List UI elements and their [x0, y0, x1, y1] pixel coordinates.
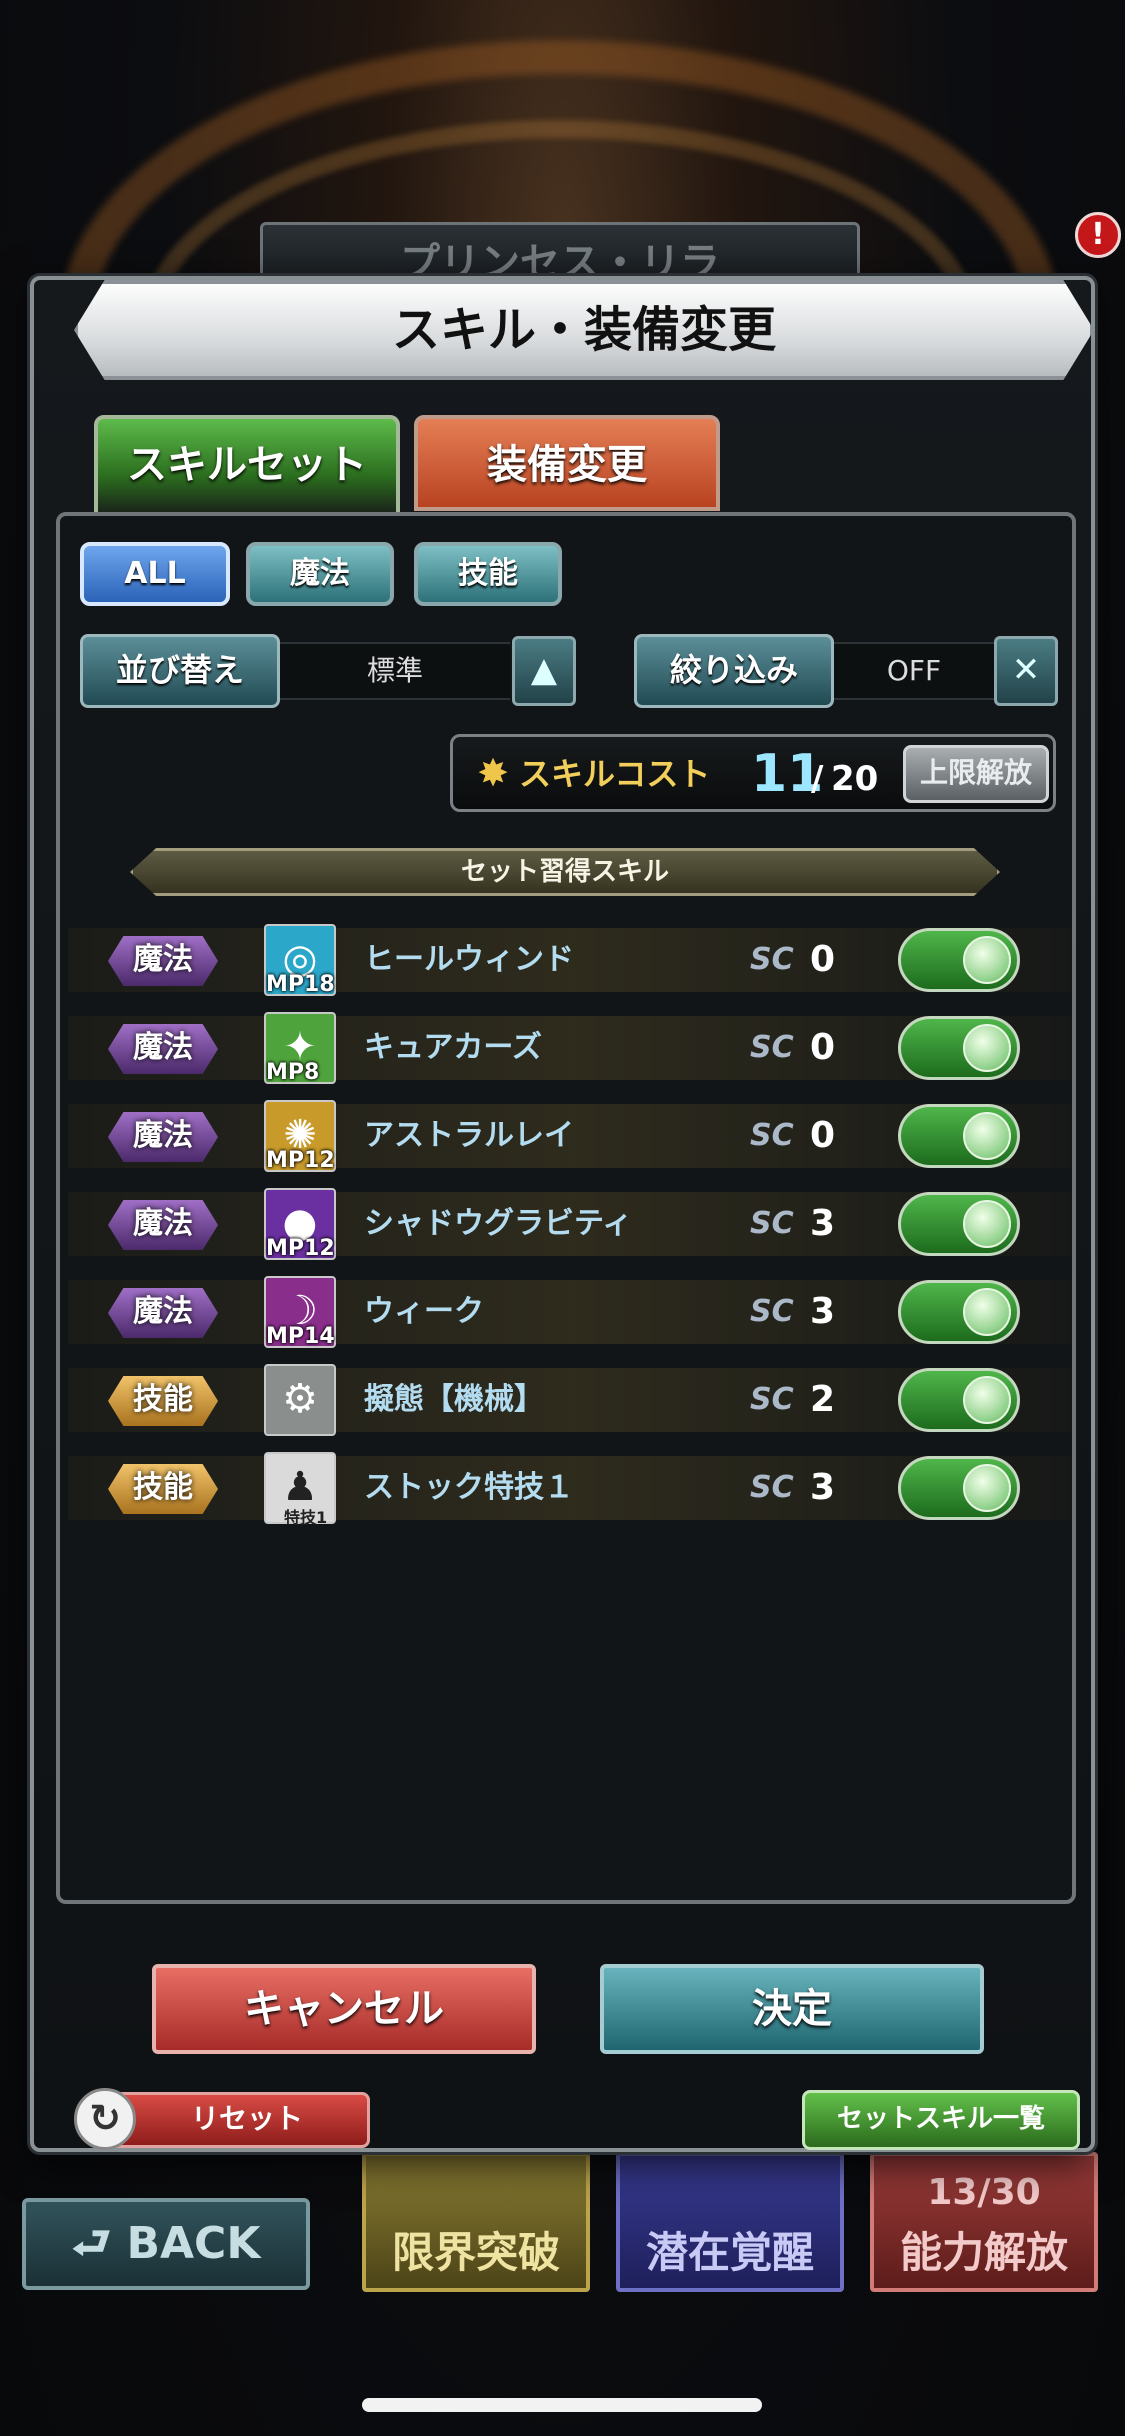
sc-value: 0 — [810, 939, 836, 980]
skill-toggle[interactable] — [898, 1016, 1020, 1080]
type-badge: 技能 — [108, 1376, 218, 1426]
skill-row: 魔法 ✦ MP8 キュアカーズ SC 0 — [68, 1012, 1072, 1085]
latent-awakening-tile[interactable]: 潜在覚醒 — [616, 2152, 844, 2292]
tile-label: 限界突破 — [391, 2228, 560, 2277]
tab-skill-set[interactable]: スキルセット — [94, 415, 400, 519]
tile-label: 能力解放 — [899, 2228, 1068, 2277]
skill-name: シャドウグラビティ — [364, 1206, 633, 1241]
triangle-up-icon[interactable]: ▲ — [512, 636, 576, 706]
toggle-knob — [963, 1112, 1011, 1160]
tab-equipment-change[interactable]: 装備変更 — [414, 415, 720, 511]
skill-toggle[interactable] — [898, 1104, 1020, 1168]
skill-cost-slash: / — [811, 759, 824, 799]
toggle-knob — [963, 936, 1011, 984]
sc-star-icon: ✸ — [477, 751, 509, 795]
set-skill-list-button[interactable]: セットスキル一覧 — [802, 2090, 1080, 2150]
type-badge: 魔法 — [108, 1288, 218, 1338]
limit-break-tile[interactable]: 限界突破 — [362, 2152, 590, 2292]
sc-value: 3 — [810, 1291, 836, 1332]
sc-value: 0 — [810, 1027, 836, 1068]
skill-row: 魔法 ● MP12 シャドウグラビティ SC 3 — [68, 1188, 1072, 1261]
skill-name: ウィーク — [364, 1294, 484, 1329]
sort-value: 標準 — [280, 642, 510, 700]
type-badge: 魔法 — [108, 936, 218, 986]
skill-name: ストック特技１ — [364, 1470, 574, 1505]
skill-row: 技能 ⚙ 擬態【機械】 SC 2 — [68, 1364, 1072, 1436]
mp-cost: MP12 — [266, 1148, 335, 1173]
sc-label: SC — [750, 942, 794, 977]
home-indicator[interactable] — [362, 2398, 762, 2412]
sc-value: 2 — [810, 1379, 836, 1420]
dialog-title: スキル・装備変更 — [391, 302, 776, 358]
machine-icon[interactable]: ⚙ — [264, 1364, 336, 1436]
ability-release-tile[interactable]: 13/30 能力解放 — [870, 2152, 1098, 2292]
tile-label: 潜在覚醒 — [645, 2228, 814, 2277]
mp-cost: MP12 — [266, 1236, 335, 1261]
type-badge: 魔法 — [108, 1024, 218, 1074]
toggle-knob — [963, 1464, 1011, 1512]
sc-label: SC — [750, 1030, 794, 1065]
filter-all-button[interactable]: ALL — [80, 542, 230, 606]
skill-icon-caption: 特技1 — [284, 1508, 328, 1527]
tile-count: 13/30 — [927, 2172, 1041, 2213]
mp-cost: MP18 — [266, 972, 335, 997]
skill-row: 魔法 ✺ MP12 アストラルレイ SC 0 — [68, 1100, 1072, 1173]
skill-cost-box: ✸ スキルコスト 11 / 20 上限解放 — [450, 734, 1056, 812]
sc-label: SC — [750, 1470, 794, 1505]
narrow-value: OFF — [834, 642, 994, 700]
filter-magic-button[interactable]: 魔法 — [246, 542, 394, 606]
skill-equip-dialog: スキル・装備変更 スキルセット 装備変更 ALL 魔法 技能 並び替え 標準 ▲… — [30, 276, 1095, 2152]
reset-button[interactable]: リセット ↻ — [74, 2088, 370, 2150]
narrow-button[interactable]: 絞り込み — [634, 634, 834, 708]
skill-toggle[interactable] — [898, 928, 1020, 992]
toggle-knob — [963, 1200, 1011, 1248]
limit-unlock-button[interactable]: 上限解放 — [903, 745, 1049, 803]
close-icon[interactable]: ✕ — [994, 636, 1058, 706]
skill-cost-max: 20 — [831, 759, 879, 799]
skill-set-panel: ALL 魔法 技能 並び替え 標準 ▲ 絞り込み OFF ✕ ✸ スキルコスト … — [56, 512, 1080, 2150]
filter-technique-button[interactable]: 技能 — [414, 542, 562, 606]
notification-badge: ! — [1075, 212, 1121, 258]
skill-toggle[interactable] — [898, 1456, 1020, 1520]
skill-toggle[interactable] — [898, 1280, 1020, 1344]
mp-cost: MP14 — [266, 1324, 335, 1349]
back-label: BACK — [126, 2218, 261, 2269]
type-badge: 魔法 — [108, 1200, 218, 1250]
skill-name: 擬態【機械】 — [364, 1382, 544, 1417]
back-arrow-icon: ⮐ — [71, 2218, 127, 2269]
sc-value: 3 — [810, 1467, 836, 1508]
skill-name: アストラルレイ — [364, 1118, 574, 1153]
skill-name: ヒールウィンド — [364, 942, 574, 977]
skill-cost-label: スキルコスト — [519, 755, 711, 793]
skill-row: 技能 ♟ 特技1 ストック特技１ SC 3 — [68, 1452, 1072, 1527]
toggle-knob — [963, 1376, 1011, 1424]
type-badge: 魔法 — [108, 1112, 218, 1162]
sc-label: SC — [750, 1294, 794, 1329]
toggle-knob — [963, 1024, 1011, 1072]
sort-button[interactable]: 並び替え — [80, 634, 280, 708]
back-button[interactable]: ⮐ BACK — [22, 2198, 310, 2290]
skill-row: 魔法 ☽ MP14 ウィーク SC 3 — [68, 1276, 1072, 1349]
sc-label: SC — [750, 1118, 794, 1153]
mp-cost: MP8 — [266, 1060, 320, 1085]
sc-value: 3 — [810, 1203, 836, 1244]
sc-label: SC — [750, 1382, 794, 1417]
reset-icon: ↻ — [74, 2088, 136, 2150]
confirm-button[interactable]: 決定 — [600, 1964, 984, 2054]
dialog-header: スキル・装備変更 — [74, 280, 1094, 380]
section-header: セット習得スキル — [130, 848, 1000, 896]
toggle-knob — [963, 1288, 1011, 1336]
sc-label: SC — [750, 1206, 794, 1241]
skill-row: 魔法 ◎ MP18 ヒールウィンド SC 0 — [68, 924, 1072, 997]
sc-value: 0 — [810, 1115, 836, 1156]
skill-toggle[interactable] — [898, 1192, 1020, 1256]
cancel-button[interactable]: キャンセル — [152, 1964, 536, 2054]
type-badge: 技能 — [108, 1464, 218, 1514]
skill-toggle[interactable] — [898, 1368, 1020, 1432]
skill-name: キュアカーズ — [364, 1030, 542, 1065]
